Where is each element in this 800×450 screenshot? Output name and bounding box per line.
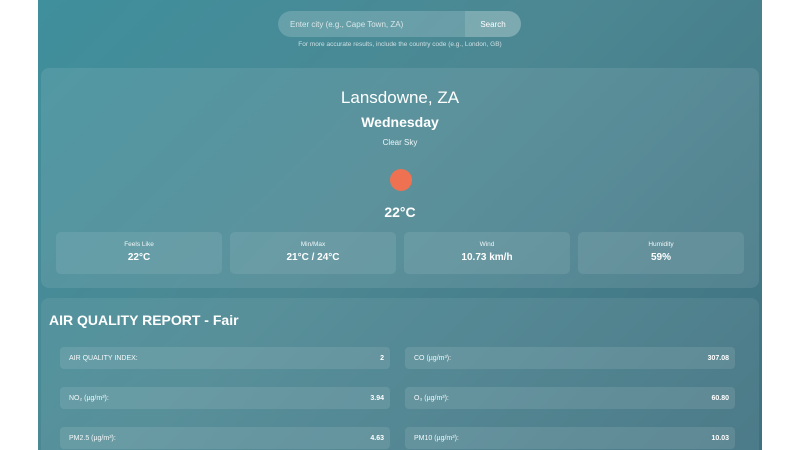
stat-min-max: Min/Max 21°C / 24°C [230, 232, 396, 274]
stat-label: Min/Max [300, 241, 326, 248]
aq-row-co: CO (µg/m³): 307.08 [405, 347, 735, 369]
stat-value: 10.73 km/h [461, 252, 513, 263]
stat-feels-like: Feels Like 22°C [56, 232, 222, 274]
stat-value: 21°C / 24°C [286, 252, 340, 263]
aq-value: 2 [380, 354, 384, 362]
search-hint: For more accurate results, include the c… [298, 41, 502, 48]
sun-icon [390, 169, 412, 191]
stat-label: Feels Like [124, 241, 154, 248]
aq-value: 10.03 [711, 434, 729, 442]
aq-label: NO₂ (µg/m³): [69, 394, 109, 402]
aq-value: 3.94 [370, 394, 384, 402]
stat-value: 22°C [127, 252, 151, 263]
aq-label: PM2.5 (µg/m³): [69, 434, 116, 442]
search-button[interactable]: Search [465, 11, 521, 37]
aq-row-pm25: PM2.5 (µg/m³): 4.63 [60, 427, 390, 449]
aq-row-o3: O₃ (µg/m³): 60.80 [405, 387, 735, 409]
air-quality-card: AIR QUALITY REPORT - Fair AIR QUALITY IN… [41, 298, 759, 450]
day-name: Wednesday [361, 114, 439, 130]
app-background: Search For more accurate results, includ… [38, 0, 762, 450]
aq-value: 307.08 [707, 354, 729, 362]
aq-label: O₃ (µg/m³): [414, 394, 449, 402]
stat-label: Wind [479, 241, 495, 248]
stat-wind: Wind 10.73 km/h [404, 232, 570, 274]
stat-label: Humidity [648, 241, 674, 248]
aq-row-pm10: PM10 (µg/m³): 10.03 [405, 427, 735, 449]
aq-row-no2: NO₂ (µg/m³): 3.94 [60, 387, 390, 409]
aq-row-aqi: AIR QUALITY INDEX: 2 [60, 347, 390, 369]
aq-value: 60.80 [711, 394, 729, 402]
city-name: Lansdowne, ZA [340, 88, 460, 107]
city-search-input[interactable] [278, 11, 465, 37]
aq-label: PM10 (µg/m³): [414, 434, 459, 442]
search-bar: Search [278, 11, 521, 37]
aq-label: CO (µg/m³): [414, 354, 452, 362]
stat-humidity: Humidity 59% [578, 232, 744, 274]
weather-card: Lansdowne, ZA Wednesday Clear Sky 22°C F… [41, 68, 759, 288]
aq-value: 4.63 [370, 434, 384, 442]
weather-condition: Clear Sky [382, 138, 418, 147]
stat-value: 59% [650, 252, 671, 263]
current-temperature: 22°C [384, 204, 416, 220]
air-quality-title: AIR QUALITY REPORT - Fair [49, 312, 239, 328]
aq-label: AIR QUALITY INDEX: [69, 354, 138, 362]
